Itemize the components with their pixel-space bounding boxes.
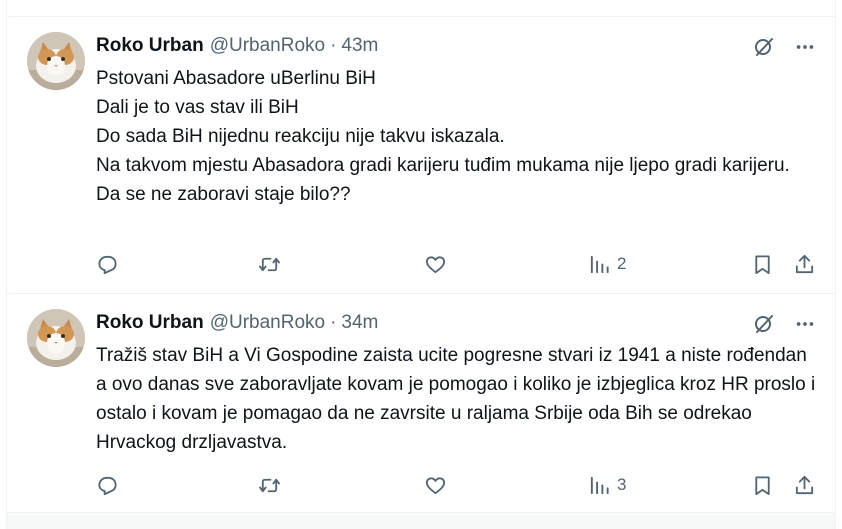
reply-icon [98, 255, 117, 274]
like-icon [425, 476, 446, 494]
tweet[interactable]: Roko Urban @UrbanRoko · 34m Tražiš stav … [7, 294, 835, 513]
retweet-button[interactable] [258, 470, 281, 500]
more-icon[interactable] [792, 34, 818, 60]
timeline: Roko Urban @UrbanRoko · 43m Pstovani Aba… [6, 0, 836, 529]
author-handle[interactable]: @UrbanRoko [210, 312, 325, 334]
retweet-icon [259, 257, 280, 271]
timestamp[interactable]: 43m [341, 35, 378, 57]
author-name[interactable]: Roko Urban [96, 35, 204, 57]
retweet-icon [259, 478, 280, 492]
bookmark-icon [755, 254, 770, 274]
tweet-header: Roko Urban @UrbanRoko · 34m [96, 308, 378, 338]
like-button[interactable] [424, 249, 447, 279]
grok-icon[interactable] [751, 34, 777, 60]
retweet-button[interactable] [258, 249, 281, 279]
tweet[interactable]: Roko Urban @UrbanRoko · 43m Pstovani Aba… [7, 17, 835, 294]
tweet-line: Dali je to vas stav ili BiH [96, 97, 299, 118]
tweet-line: Tražiš stav BiH a Vi Gospodine zaista uc… [96, 345, 816, 453]
views-button[interactable]: 3 [588, 470, 626, 500]
tweet-text: Tražiš stav BiH a Vi Gospodine zaista uc… [96, 341, 816, 457]
divider [7, 513, 835, 529]
tweet-line: Na takvom mjestu Abasadora gradi karijer… [96, 155, 790, 176]
author-handle[interactable]: @UrbanRoko [210, 35, 325, 57]
like-icon [425, 255, 446, 273]
separator: · [330, 312, 337, 333]
tweet-actions: 2 [96, 249, 818, 279]
share-button[interactable] [793, 249, 816, 279]
more-icon[interactable] [792, 311, 818, 337]
reply-button[interactable] [96, 249, 119, 279]
share-icon [795, 254, 814, 273]
tweet-actions: 3 [96, 470, 818, 500]
tweet-text: Pstovani Abasadore uBerlinu BiH Dali je … [96, 64, 816, 209]
avatar[interactable] [27, 32, 85, 90]
bookmark-button[interactable] [751, 470, 774, 500]
separator: · [330, 35, 337, 56]
views-count: 3 [617, 475, 627, 494]
tweet-header: Roko Urban @UrbanRoko · 43m [96, 31, 378, 61]
timestamp[interactable]: 34m [341, 312, 378, 334]
bookmark-icon [755, 475, 770, 495]
views-icon [590, 476, 609, 494]
reply-icon [98, 476, 117, 495]
share-icon [795, 475, 814, 494]
share-button[interactable] [793, 470, 816, 500]
author-name[interactable]: Roko Urban [96, 312, 204, 334]
reply-button[interactable] [96, 470, 119, 500]
like-button[interactable] [424, 470, 447, 500]
views-icon [590, 255, 609, 273]
tweet-line: Da se ne zaboravi staje bilo?? [96, 184, 351, 205]
grok-icon[interactable] [751, 311, 777, 337]
tweet-line: Pstovani Abasadore uBerlinu BiH [96, 68, 376, 89]
views-count: 2 [617, 254, 627, 273]
views-button[interactable]: 2 [588, 249, 626, 279]
tweet-line: Do sada BiH nijednu reakciju nije takvu … [96, 126, 505, 147]
bookmark-button[interactable] [751, 249, 774, 279]
avatar[interactable] [27, 309, 85, 367]
